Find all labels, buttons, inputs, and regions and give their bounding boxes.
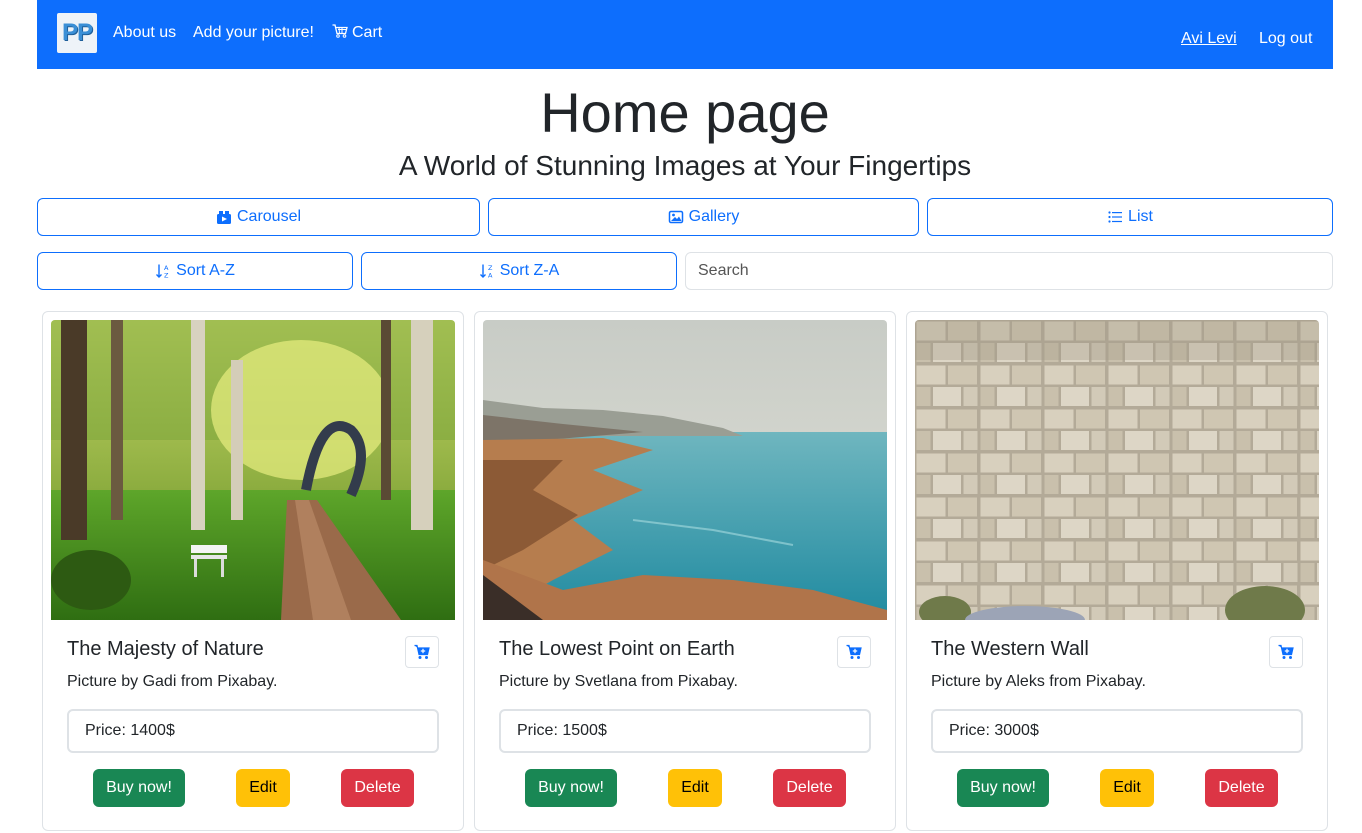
nav-cart-link[interactable]: Cart xyxy=(332,24,382,42)
carousel-view-label: Carousel xyxy=(236,208,302,225)
svg-text:A: A xyxy=(488,272,493,280)
nav-add-picture-link[interactable]: Add your picture! xyxy=(193,24,314,42)
buy-now-button[interactable]: Buy now! xyxy=(957,769,1049,807)
cart-plus-icon xyxy=(846,644,862,659)
cart-plus-icon xyxy=(1278,644,1294,659)
picture-card: The Majesty of Nature Picture by Gadi fr… xyxy=(42,311,464,831)
page-subtitle: A World of Stunning Images at Your Finge… xyxy=(398,150,972,181)
edit-button[interactable]: Edit xyxy=(668,769,722,807)
card-price: Price: 3000$ xyxy=(931,709,1303,753)
gallery-view-button[interactable]: Gallery xyxy=(488,198,919,236)
search-input[interactable] xyxy=(685,252,1333,290)
card-title: The Western Wall xyxy=(931,638,1089,660)
list-view-label: List xyxy=(1128,208,1153,225)
page-title: Home page xyxy=(540,81,830,144)
edit-button[interactable]: Edit xyxy=(236,769,290,807)
site-logo[interactable]: PP xyxy=(57,13,97,53)
card-price: Price: 1500$ xyxy=(499,709,871,753)
sort-az-label: Sort A-Z xyxy=(176,262,235,279)
card-credit: Picture by Aleks from Pixabay. xyxy=(931,673,1146,690)
nav-about-link[interactable]: About us xyxy=(113,24,176,42)
add-to-cart-button[interactable] xyxy=(837,636,871,668)
delete-button[interactable]: Delete xyxy=(1205,769,1278,807)
nav-cart-label: Cart xyxy=(352,24,383,41)
cart-plus-icon xyxy=(414,644,430,659)
card-credit: Picture by Svetlana from Pixabay. xyxy=(499,673,738,690)
card-credit: Picture by Gadi from Pixabay. xyxy=(67,673,278,690)
sort-za-button[interactable]: Z A Sort Z-A xyxy=(361,252,677,290)
svg-text:Z: Z xyxy=(164,272,169,280)
gallery-view-label: Gallery xyxy=(688,208,740,225)
card-title: The Lowest Point on Earth xyxy=(499,638,735,660)
picture-card: The Lowest Point on Earth Picture by Sve… xyxy=(474,311,896,831)
card-image-western-wall[interactable] xyxy=(915,320,1319,620)
nav-user-link[interactable]: Avi Levi xyxy=(1181,30,1237,48)
buy-now-button[interactable]: Buy now! xyxy=(93,769,185,807)
card-image-dead-sea[interactable] xyxy=(483,320,887,620)
top-navbar: PP About us Add your picture! Cart Avi L… xyxy=(37,0,1333,69)
delete-button[interactable]: Delete xyxy=(341,769,414,807)
sort-az-button[interactable]: A Z Sort A-Z xyxy=(37,252,353,290)
list-view-button[interactable]: List xyxy=(927,198,1333,236)
card-price: Price: 1400$ xyxy=(67,709,439,753)
edit-button[interactable]: Edit xyxy=(1100,769,1154,807)
buy-now-button[interactable]: Buy now! xyxy=(525,769,617,807)
card-image-forest[interactable] xyxy=(51,320,455,620)
card-title: The Majesty of Nature xyxy=(67,638,264,660)
delete-button[interactable]: Delete xyxy=(773,769,846,807)
cart-icon xyxy=(332,24,348,38)
sort-down-icon: A Z xyxy=(156,264,169,280)
carousel-view-button[interactable]: Carousel xyxy=(37,198,480,236)
images-icon xyxy=(668,210,683,224)
picture-card: The Western Wall Picture by Aleks from P… xyxy=(906,311,1328,831)
sort-up-icon: Z A xyxy=(479,264,493,280)
sort-za-label: Sort Z-A xyxy=(499,262,560,279)
camera-video-icon xyxy=(216,211,231,224)
add-to-cart-button[interactable] xyxy=(405,636,439,668)
nav-logout-link[interactable]: Log out xyxy=(1259,30,1312,48)
list-icon xyxy=(1108,211,1123,223)
add-to-cart-button[interactable] xyxy=(1269,636,1303,668)
